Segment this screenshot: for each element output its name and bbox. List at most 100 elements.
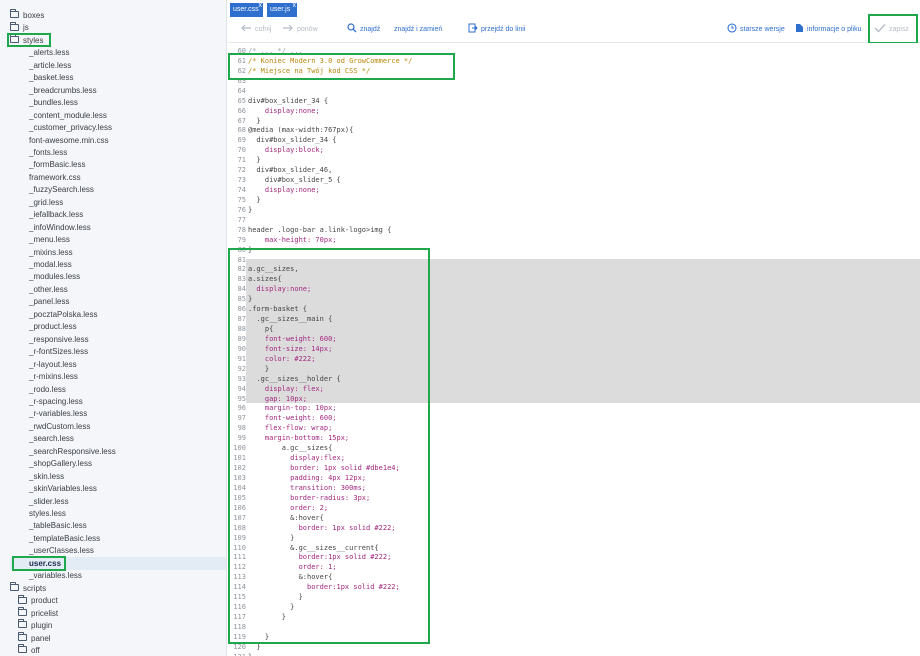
older-versions-button[interactable]: starsze wersje [727, 18, 785, 42]
file-item[interactable]: _modules.less [29, 271, 80, 283]
folder-item[interactable]: product [18, 594, 58, 607]
file-item[interactable]: _search.less [29, 433, 74, 445]
tree-item-label: _variables.less [29, 571, 82, 581]
file-item[interactable]: _rodo.less [29, 384, 66, 396]
code-line: display:none; [248, 106, 320, 115]
file-item[interactable]: _other.less [29, 284, 68, 296]
tree-item-label: _infoWindow.less [29, 222, 91, 232]
file-item[interactable]: _article.less [29, 60, 71, 72]
file-item[interactable]: _searchResponsive.less [29, 446, 116, 458]
tree-item-label: _fuzzySearch.less [29, 185, 94, 195]
line-number: 76 [237, 205, 246, 214]
file-item[interactable]: _r-variables.less [29, 408, 87, 420]
code-line: max-height: 70px; [248, 235, 337, 244]
file-item[interactable]: _breadcrumbs.less [29, 85, 97, 97]
file-item[interactable]: _basket.less [29, 72, 73, 84]
file-item[interactable]: _pocztaPolska.less [29, 309, 97, 321]
close-icon[interactable]: x [293, 0, 297, 13]
tree-item-label: styles.less [29, 509, 66, 518]
folder-item[interactable]: scripts [10, 582, 46, 595]
file-item[interactable]: _panel.less [29, 296, 69, 308]
file-item[interactable]: _infoWindow.less [29, 222, 91, 234]
file-tree-sidebar: boxes js styles _alerts.less _article.less _b… [0, 0, 227, 656]
search-icon [347, 23, 357, 33]
file-item[interactable]: _formBasic.less [29, 159, 85, 171]
folder-icon [18, 619, 27, 629]
find-button[interactable]: znajdź [347, 18, 380, 42]
file-info-label: informacje o pliku [807, 26, 862, 33]
file-item[interactable]: _skin.less [29, 471, 64, 483]
tree-item-label: _modules.less [29, 272, 81, 282]
goto-line-icon [468, 23, 478, 33]
file-item[interactable]: _mixins.less [29, 247, 73, 259]
code-line: div#box_slider_34 { [248, 96, 329, 105]
file-item[interactable]: _skinVariables.less [29, 483, 97, 495]
file-item[interactable]: _slider.less [29, 496, 69, 508]
clock-icon [727, 23, 737, 33]
file-item[interactable]: styles.less [29, 508, 66, 520]
file-item[interactable]: _iefallback.less [29, 209, 83, 221]
file-item[interactable]: _rwdCustom.less [29, 421, 90, 433]
file-item[interactable]: _customer_privacy.less [29, 122, 112, 134]
line-number: 79 [237, 235, 246, 244]
line-number: 71 [237, 156, 246, 165]
file-item[interactable]: _responsive.less [29, 334, 89, 346]
redo-button[interactable]: ponów [282, 18, 318, 42]
tree-item-label: _skinVariables.less [29, 484, 97, 494]
folder-item[interactable]: off [18, 644, 40, 656]
tree-item-label: _skin.less [29, 471, 65, 481]
file-item[interactable]: _alerts.less [29, 47, 69, 59]
find-replace-button[interactable]: znajdź i zamień [394, 18, 442, 42]
tree-item-label: _tableBasic.less [29, 521, 87, 531]
file-item[interactable]: _fuzzySearch.less [29, 184, 94, 196]
file-info-button[interactable]: informacje o pliku [795, 18, 861, 42]
close-icon[interactable]: x [259, 0, 263, 13]
code-line: } [248, 652, 252, 656]
tree-item-label: plugin [31, 621, 53, 631]
code-line: } [248, 205, 253, 214]
line-number: 72 [237, 166, 246, 175]
file-item[interactable]: _templateBasic.less [29, 533, 100, 545]
goto-line-label: przejdź do linii [481, 26, 526, 33]
file-item[interactable]: _bundles.less [29, 97, 78, 109]
line-number: 64 [237, 86, 246, 95]
file-item[interactable]: _variables.less [29, 570, 82, 582]
code-line: display:block; [248, 146, 324, 155]
folder-icon [10, 9, 19, 19]
file-item[interactable]: _menu.less [29, 234, 70, 246]
file-item[interactable]: _fonts.less [29, 147, 67, 159]
tab-user-css[interactable]: user.css x [230, 0, 263, 17]
file-item[interactable]: _content_module.less [29, 110, 107, 122]
file-item[interactable]: _r-spacing.less [29, 396, 83, 408]
file-item[interactable]: _r-mixins.less [29, 371, 78, 383]
file-item[interactable]: framework.css [29, 172, 81, 184]
file-item[interactable]: _tableBasic.less [29, 520, 87, 532]
tree-item-label: pricelist [31, 608, 59, 618]
tree-item-label: _mixins.less [29, 247, 73, 257]
folder-item[interactable]: plugin [18, 619, 53, 632]
tree-item-label: _customer_privacy.less [29, 123, 112, 133]
file-item[interactable]: _product.less [29, 321, 77, 333]
find-label: znajdź [360, 26, 381, 33]
file-item[interactable]: _modal.less [29, 259, 72, 271]
code-line: } [248, 195, 261, 204]
tree-item-label: _grid.less [29, 197, 64, 207]
folder-item[interactable]: boxes [10, 9, 44, 22]
undo-button[interactable]: cofnij [240, 18, 271, 42]
file-item[interactable]: _r-layout.less [29, 359, 77, 371]
code-line: } [248, 156, 261, 165]
tab-user-js[interactable]: user.js x [267, 0, 297, 17]
line-number: 67 [237, 116, 246, 125]
folder-icon [18, 606, 27, 616]
tree-item-label: _r-mixins.less [29, 372, 78, 382]
folder-item[interactable]: panel [18, 631, 51, 645]
file-item[interactable]: _shopGallery.less [29, 458, 92, 470]
save-highlight-box [868, 14, 918, 44]
code-editor[interactable]: 60/* ... */ ... 61/* Koniec Modern 3.0 od… [228, 43, 920, 656]
file-item[interactable]: font-awesome.min.css [29, 135, 109, 147]
file-item[interactable]: _grid.less [29, 197, 63, 209]
tree-item-label: _fonts.less [29, 147, 68, 157]
folder-item[interactable]: pricelist [18, 606, 59, 620]
file-item[interactable]: _r-fontSizes.less [29, 346, 88, 358]
goto-line-button[interactable]: przejdź do linii [468, 18, 525, 42]
